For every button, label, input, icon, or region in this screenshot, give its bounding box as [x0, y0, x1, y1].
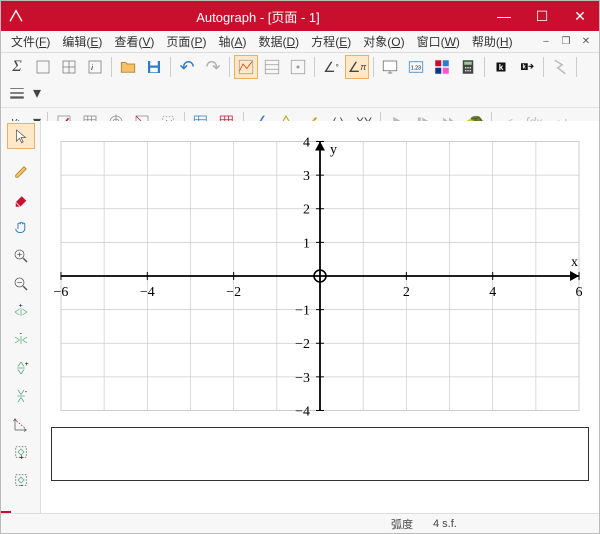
separator-icon: [7, 151, 35, 157]
svg-text:+: +: [18, 303, 22, 310]
new-3d-page-button[interactable]: i: [83, 55, 107, 79]
svg-text:-: -: [24, 387, 27, 396]
svg-text:3: 3: [303, 169, 310, 184]
line-style-button[interactable]: [5, 81, 29, 105]
select-tool[interactable]: [7, 123, 35, 149]
menu-equation[interactable]: 方程(E): [305, 31, 357, 53]
menu-view[interactable]: 查看(V): [108, 31, 160, 53]
svg-text:-: -: [19, 331, 22, 338]
mdi-restore-button[interactable]: ❐: [557, 34, 575, 50]
side-toolbar: + - + - + -: [1, 121, 41, 513]
status-precision: 4 s.f.: [423, 518, 467, 530]
pan-tool[interactable]: [7, 215, 35, 241]
new-1d-page-button[interactable]: [31, 55, 55, 79]
redo-button[interactable]: ↷: [201, 55, 225, 79]
constant-forward-button[interactable]: k: [515, 55, 539, 79]
app-icon: [1, 1, 31, 31]
svg-text:−6: −6: [54, 285, 69, 300]
svg-text:−1: −1: [295, 304, 310, 319]
svg-text:k: k: [499, 63, 504, 72]
slow-plot-button[interactable]: [548, 55, 572, 79]
preferences-button[interactable]: 1.23: [404, 55, 428, 79]
status-angle-mode: 弧度: [381, 516, 423, 532]
rescale-x-zoom-out-tool[interactable]: -: [7, 327, 35, 353]
results-box[interactable]: [51, 427, 589, 481]
menu-help[interactable]: 帮助(H): [466, 31, 519, 53]
zoom-box-in-tool[interactable]: +: [7, 439, 35, 465]
svg-text:-: -: [20, 481, 23, 490]
toggle-results-button[interactable]: [260, 55, 284, 79]
svg-text:2: 2: [403, 285, 410, 300]
autograph-extras-button[interactable]: [430, 55, 454, 79]
zoom-box-out-tool[interactable]: -: [7, 467, 35, 493]
svg-text:+: +: [19, 453, 24, 462]
undo-button[interactable]: ↶: [175, 55, 199, 79]
menu-object[interactable]: 对象(O): [357, 31, 410, 53]
open-button[interactable]: [116, 55, 140, 79]
calculator-button[interactable]: [456, 55, 480, 79]
rescale-y-zoom-out-tool[interactable]: -: [7, 383, 35, 409]
menubar: 文件(F) 编辑(E) 查看(V) 页面(P) 轴(A) 数据(D) 方程(E)…: [1, 31, 599, 53]
whiteboard-mode-button[interactable]: [378, 55, 402, 79]
menu-page[interactable]: 页面(P): [160, 31, 212, 53]
svg-text:4: 4: [303, 135, 310, 150]
menu-axes[interactable]: 轴(A): [212, 31, 252, 53]
graph-canvas[interactable]: −6 −4 −2 2 4 6 −4 −3 −2 −1 1 2 3 4 x y: [51, 131, 589, 421]
window-title: Autograph - [页面 - 1]: [31, 7, 485, 26]
toggle-key-button[interactable]: [234, 55, 258, 79]
rescale-y-zoom-in-tool[interactable]: +: [7, 355, 35, 381]
menu-window[interactable]: 窗口(W): [411, 31, 466, 53]
svg-text:−2: −2: [226, 285, 241, 300]
titlebar: Autograph - [页面 - 1] — ☐ ✕: [1, 1, 599, 31]
toggle-statusbox-button[interactable]: [286, 55, 310, 79]
svg-text:−4: −4: [295, 404, 310, 419]
pencil-tool[interactable]: [7, 159, 35, 185]
mdi-minimize-button[interactable]: –: [537, 34, 555, 50]
new-stats-page-button[interactable]: Σ: [5, 55, 29, 79]
new-2d-page-button[interactable]: [57, 55, 81, 79]
svg-text:i: i: [91, 63, 93, 72]
rescale-x-zoom-in-tool[interactable]: +: [7, 299, 35, 325]
maximize-button[interactable]: ☐: [523, 1, 561, 31]
mdi-close-button[interactable]: ✕: [577, 34, 595, 50]
svg-text:6: 6: [576, 285, 583, 300]
svg-text:1.23: 1.23: [411, 65, 421, 71]
svg-text:x: x: [571, 255, 578, 270]
eraser-tool[interactable]: [7, 187, 35, 213]
canvas-area[interactable]: −6 −4 −2 2 4 6 −4 −3 −2 −1 1 2 3 4 x y: [41, 121, 599, 513]
menu-file[interactable]: 文件(F): [5, 31, 56, 53]
svg-text:+: +: [24, 361, 28, 368]
svg-text:4: 4: [489, 285, 496, 300]
svg-text:−4: −4: [140, 285, 155, 300]
degrees-button[interactable]: ∠°: [319, 55, 343, 79]
zoom-out-tool[interactable]: [7, 271, 35, 297]
zoom-in-tool[interactable]: [7, 243, 35, 269]
constant-controller-button[interactable]: k: [489, 55, 513, 79]
menu-edit[interactable]: 编辑(E): [56, 31, 108, 53]
statusbar: 弧度 4 s.f.: [1, 513, 599, 533]
svg-text:2: 2: [303, 203, 310, 218]
svg-text:−3: −3: [295, 371, 310, 386]
dropdown-icon[interactable]: ▾: [31, 81, 43, 105]
minimize-button[interactable]: —: [485, 1, 523, 31]
svg-text:y: y: [330, 142, 337, 157]
save-button[interactable]: [142, 55, 166, 79]
menu-data[interactable]: 数据(D): [252, 31, 305, 53]
main-area: + - + - + - −6 −4 −2 2 4 6 −4 −3 −2 −1 1 2 3 4 x y: [1, 121, 599, 513]
close-button[interactable]: ✕: [561, 1, 599, 31]
radians-button[interactable]: ∠π: [345, 55, 369, 79]
default-scales-tool[interactable]: [7, 411, 35, 437]
svg-text:1: 1: [303, 236, 310, 251]
toolbar-main: Σ i ↶ ↷ ∠° ∠π 1.23 k k ▾: [1, 53, 599, 108]
svg-text:−2: −2: [295, 337, 310, 352]
